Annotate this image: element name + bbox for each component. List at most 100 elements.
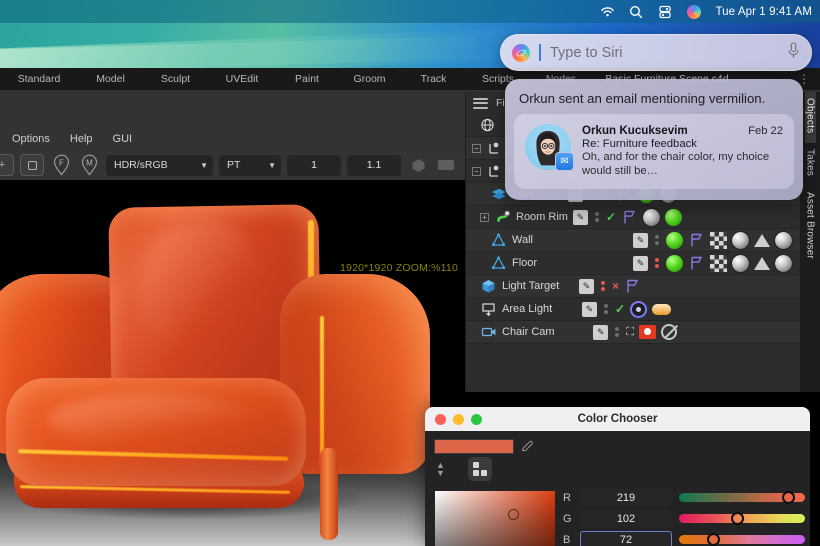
material-sphere-tag-icon[interactable]: [775, 255, 792, 272]
object-name[interactable]: Area Light: [502, 303, 552, 315]
swatch-grid-icon[interactable]: [468, 457, 492, 481]
value-field-1[interactable]: 1: [287, 155, 341, 176]
channel-slider-b[interactable]: [679, 535, 805, 544]
edit-tag-icon[interactable]: ✎: [573, 210, 588, 225]
color-field-cursor[interactable]: [508, 509, 519, 520]
color-field[interactable]: [435, 491, 555, 546]
flag-tag-icon[interactable]: [624, 278, 641, 295]
channel-value-r[interactable]: 219: [580, 489, 672, 506]
siri-input[interactable]: Type to Siri: [550, 45, 778, 61]
enabled-check-icon[interactable]: ✓: [606, 210, 616, 224]
material-green-tag-icon[interactable]: [666, 255, 683, 272]
material-sphere-tag-icon[interactable]: [775, 232, 792, 249]
object-button[interactable]: [20, 154, 44, 176]
visibility-dots[interactable]: [613, 327, 621, 337]
material-sphere-tag-icon[interactable]: [732, 255, 749, 272]
value-field-2[interactable]: 1.1: [347, 155, 401, 176]
rectangle-shape-icon[interactable]: [435, 154, 457, 176]
disabled-x-icon[interactable]: ×: [612, 279, 619, 293]
edit-tag-icon[interactable]: ✎: [579, 279, 594, 294]
color-chooser-titlebar[interactable]: Color Chooser: [425, 407, 810, 431]
side-tab-asset-browser[interactable]: Asset Browser: [805, 186, 816, 269]
add-button[interactable]: +: [0, 154, 14, 176]
tab-paint[interactable]: Paint: [276, 73, 338, 85]
menu-help[interactable]: Help: [70, 133, 93, 145]
tab-uvedit[interactable]: UVEdit: [208, 73, 276, 85]
triangle-tag-icon[interactable]: [754, 234, 770, 247]
menubar-clock[interactable]: Tue Apr 1 9:41 AM: [715, 6, 812, 18]
tab-standard[interactable]: Standard: [0, 73, 78, 85]
tab-groom[interactable]: Groom: [338, 73, 401, 85]
microphone-icon[interactable]: [787, 42, 800, 64]
checker-tag-icon[interactable]: [710, 255, 727, 272]
material-sphere-tag-icon[interactable]: [643, 209, 660, 226]
enabled-check-icon[interactable]: ✓: [615, 302, 625, 316]
channel-value-g[interactable]: 102: [580, 510, 672, 527]
table-row[interactable]: + Room Rim ✎ ✓: [466, 206, 800, 229]
visibility-dots[interactable]: [599, 281, 607, 291]
siri-input-bar[interactable]: Type to Siri: [500, 34, 812, 71]
object-name[interactable]: Light Target: [502, 280, 559, 292]
tab-sculpt[interactable]: Sculpt: [143, 73, 208, 85]
expander-icon[interactable]: +: [480, 213, 489, 222]
visibility-dots[interactable]: [653, 258, 661, 268]
edit-tag-icon[interactable]: ✎: [593, 325, 608, 340]
color-profile-select[interactable]: HDR/sRGB ▼: [106, 155, 213, 176]
visibility-dots[interactable]: [593, 212, 601, 222]
triangle-tag-icon[interactable]: [754, 257, 770, 270]
material-sphere-tag-icon[interactable]: [732, 232, 749, 249]
flag-tag-icon[interactable]: [688, 232, 705, 249]
siri-icon[interactable]: [686, 4, 702, 20]
lamp-tag-icon[interactable]: [652, 304, 671, 315]
hamburger-icon[interactable]: [473, 98, 488, 109]
tab-model[interactable]: Model: [78, 73, 143, 85]
notification-mail-card[interactable]: Orkun Kucuksevim Feb 22 Re: Furniture fe…: [514, 114, 794, 189]
deny-tag-icon[interactable]: [661, 324, 677, 340]
wifi-icon[interactable]: [599, 4, 615, 20]
visibility-dots[interactable]: [602, 304, 610, 314]
object-name[interactable]: Room Rim: [516, 211, 568, 223]
camera-tag-icon[interactable]: [639, 325, 656, 339]
table-row[interactable]: Area Light ✎ ✓: [466, 298, 800, 321]
table-row[interactable]: Light Target ✎ ×: [466, 275, 800, 298]
tab-track[interactable]: Track: [401, 73, 466, 85]
overflow-menu-icon[interactable]: ⋮: [798, 76, 820, 82]
checker-tag-icon[interactable]: [710, 232, 727, 249]
current-color-swatch[interactable]: [434, 439, 514, 454]
polygon-shape-icon[interactable]: [407, 154, 429, 176]
camera-active-icon[interactable]: ⛶: [626, 326, 634, 339]
menu-gui[interactable]: GUI: [113, 133, 133, 145]
swap-arrows-icon[interactable]: ▲▼: [436, 461, 445, 477]
eyedropper-icon[interactable]: [521, 439, 534, 455]
channel-slider-r[interactable]: [679, 493, 805, 502]
table-row[interactable]: Floor ✎: [466, 252, 800, 275]
text-caret: [539, 44, 541, 61]
channel-slider-g[interactable]: [679, 514, 805, 523]
edit-tag-icon[interactable]: ✎: [582, 302, 597, 317]
object-name[interactable]: Floor: [512, 257, 537, 269]
unit-select[interactable]: PT ▼: [219, 155, 281, 176]
expander-icon[interactable]: −: [472, 167, 481, 176]
material-green-tag-icon[interactable]: [665, 209, 682, 226]
material-m-button[interactable]: M: [78, 154, 100, 176]
table-row[interactable]: Chair Cam ✎ ⛶: [466, 321, 800, 344]
menu-options[interactable]: Options: [12, 133, 50, 145]
side-tab-takes[interactable]: Takes: [805, 143, 816, 186]
flag-tag-icon[interactable]: [688, 255, 705, 272]
visibility-dots[interactable]: [653, 235, 661, 245]
object-name[interactable]: Wall: [512, 234, 533, 246]
material-green-tag-icon[interactable]: [666, 232, 683, 249]
expander-icon[interactable]: −: [472, 144, 481, 153]
filter-f-button[interactable]: F: [50, 154, 72, 176]
table-row[interactable]: Wall ✎: [466, 229, 800, 252]
flag-tag-icon[interactable]: [621, 209, 638, 226]
side-tab-objects[interactable]: Objects: [805, 92, 816, 143]
edit-tag-icon[interactable]: ✎: [633, 233, 648, 248]
object-name[interactable]: Chair Cam: [502, 326, 555, 338]
control-center-icon[interactable]: [657, 4, 673, 20]
channel-value-b[interactable]: 72: [580, 531, 672, 546]
search-icon[interactable]: [628, 4, 644, 20]
edit-tag-icon[interactable]: ✎: [633, 256, 648, 271]
light-tag-icon[interactable]: [630, 301, 647, 318]
notification-banner[interactable]: Orkun sent an email mentioning vermilion…: [505, 79, 803, 200]
